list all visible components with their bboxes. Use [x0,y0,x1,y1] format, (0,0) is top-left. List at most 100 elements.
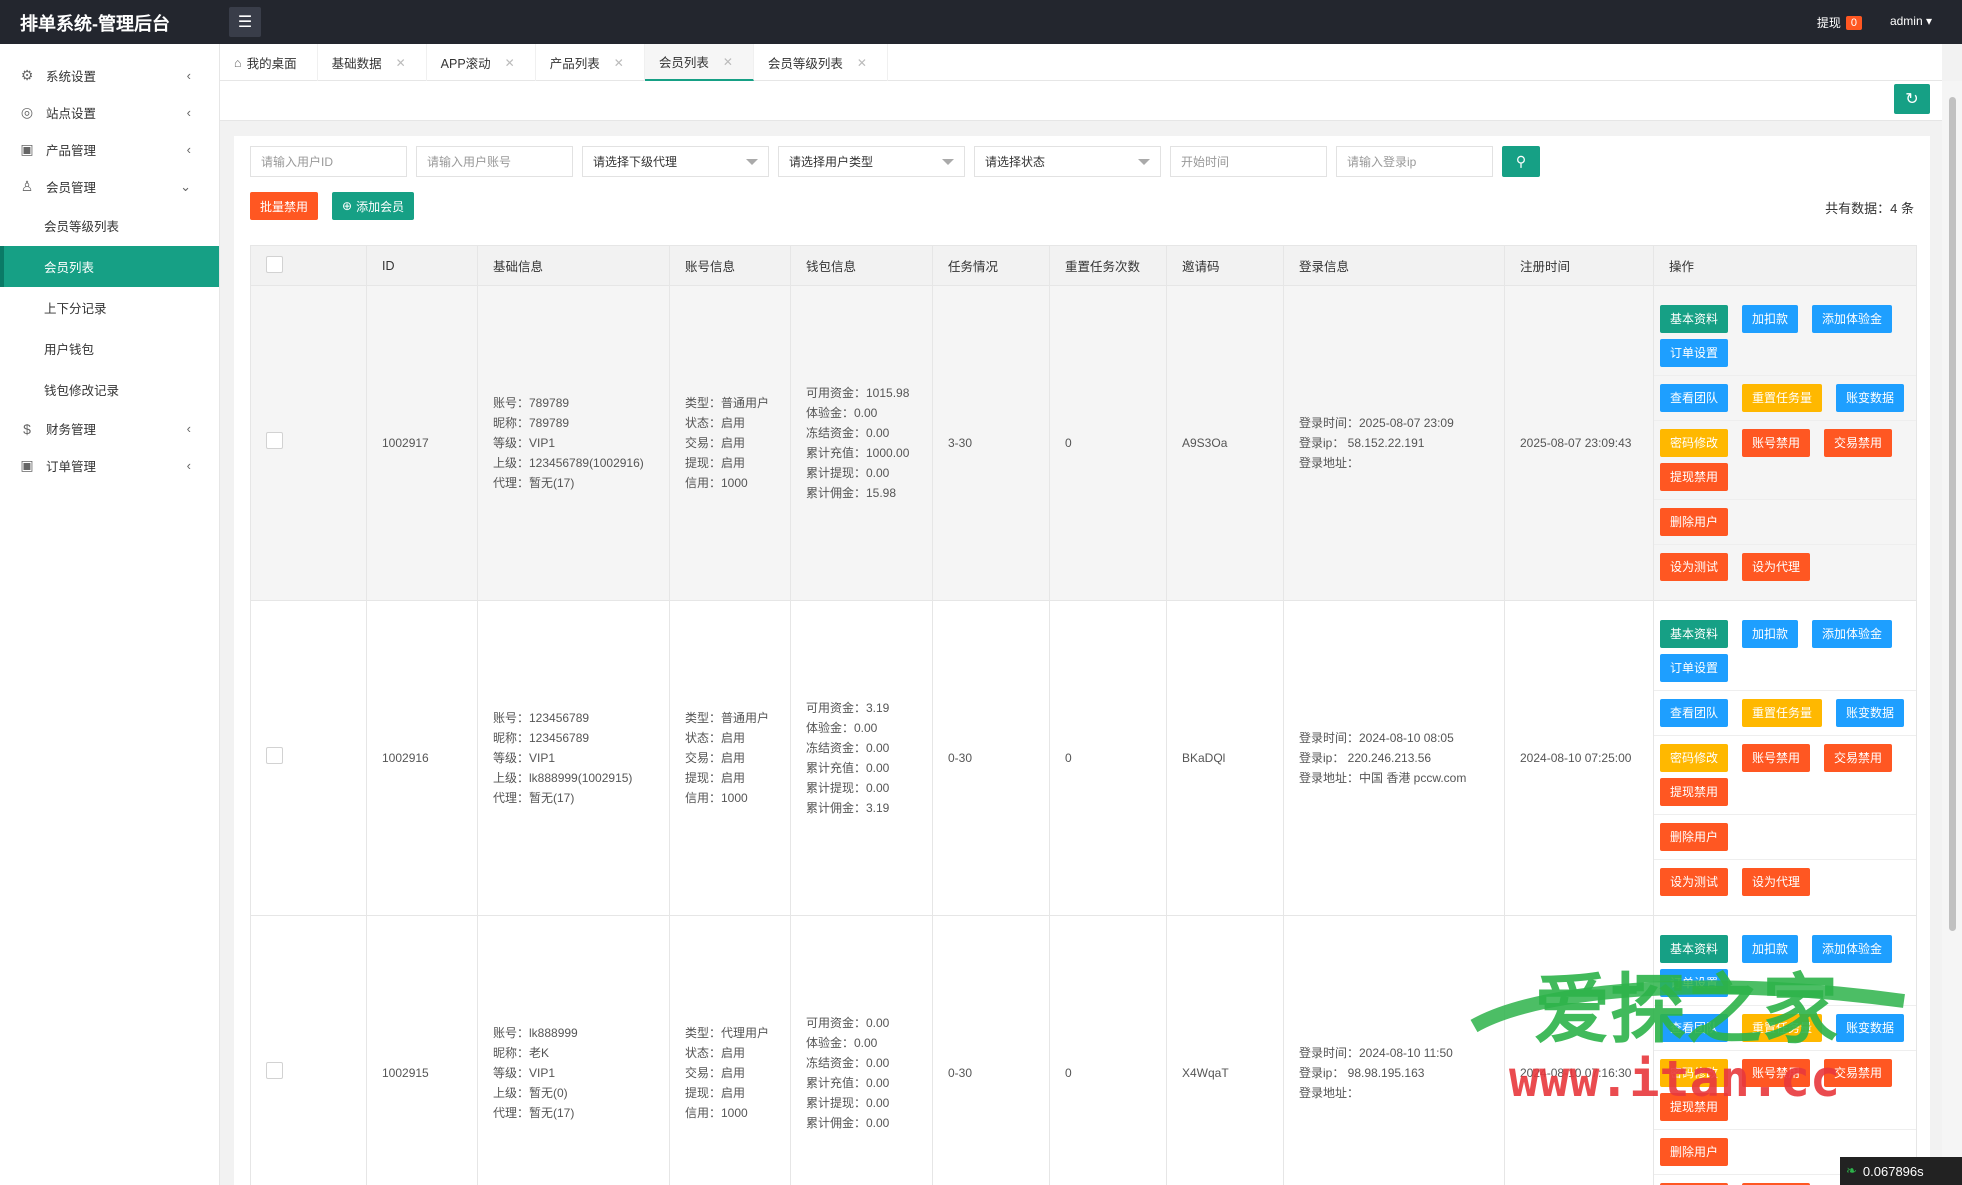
op-button-11[interactable]: 重置任务量 [1742,1014,1823,1042]
login-ip-input[interactable]: 请输入登录ip [1336,146,1493,177]
op-button-11[interactable]: 重置任务量 [1742,384,1823,412]
op-button-3[interactable]: 订单设置 [1660,339,1729,367]
wallet-info-line: 累计充值：0.00 [806,1076,890,1090]
sidebar-sub-user-wallet[interactable]: 用户钱包 [0,328,219,369]
sidebar-item-label: 站点设置 [46,107,97,121]
op-group: 密码修改 账号禁用 交易禁用提现禁用 [1654,1051,1916,1130]
tab-desktop[interactable]: ⌂ 我的桌面 [220,44,318,81]
withdraw-notice[interactable]: 提现 0 [1817,14,1862,31]
tab-app-scroll[interactable]: APP滚动 ✕ [427,44,536,81]
operations-cell: 基本资料 加扣款 添加体验金订单设置查看团队 重置任务量 账变数据密码修改 账号禁用 交易禁… [1653,600,1917,916]
tab-basic-data[interactable]: 基础数据 ✕ [318,44,427,81]
op-button-23[interactable]: 提现禁用 [1660,778,1729,806]
op-button-0[interactable]: 基本资料 [1660,935,1729,963]
op-button-22[interactable]: 交易禁用 [1824,1059,1893,1087]
op-button-10[interactable]: 查看团队 [1660,384,1729,412]
basic-info-line: 等级：VIP1 [493,751,556,765]
sidebar-item-product[interactable]: ▣ 产品管理 ‹ [0,131,219,168]
sidebar-sub-balance-log[interactable]: 上下分记录 [0,287,219,328]
op-button-40[interactable]: 设为测试 [1660,868,1729,896]
close-icon[interactable]: ✕ [857,56,867,70]
op-button-41[interactable]: 设为代理 [1742,553,1811,581]
op-button-22[interactable]: 交易禁用 [1824,429,1893,457]
start-time-input[interactable]: 开始时间 [1170,146,1327,177]
op-button-30[interactable]: 删除用户 [1660,823,1729,851]
op-button-21[interactable]: 账号禁用 [1742,744,1811,772]
op-group: 基本资料 加扣款 添加体验金订单设置 [1654,612,1916,691]
op-button-3[interactable]: 订单设置 [1660,969,1729,997]
select-all-checkbox[interactable] [266,255,283,273]
op-button-22[interactable]: 交易禁用 [1824,744,1893,772]
op-button-23[interactable]: 提现禁用 [1660,1093,1729,1121]
op-button-40[interactable]: 设为测试 [1660,553,1729,581]
op-button-2[interactable]: 添加体验金 [1812,305,1893,333]
login-info-line: 登录地址：中国 香港 pccw.com [1299,771,1467,785]
op-button-12[interactable]: 账变数据 [1836,384,1905,412]
op-button-3[interactable]: 订单设置 [1660,654,1729,682]
user-id-input[interactable]: 请输入用户ID [250,146,407,177]
sidebar-sub-member-list[interactable]: 会员列表 [0,246,219,287]
op-button-0[interactable]: 基本资料 [1660,305,1729,333]
op-button-2[interactable]: 添加体验金 [1812,620,1893,648]
menu-toggle-button[interactable]: ☰ [229,7,261,37]
op-button-23[interactable]: 提现禁用 [1660,463,1729,491]
status-select[interactable]: 请选择状态 [974,146,1161,177]
sidebar-item-member[interactable]: ♙ 会员管理 ⌄ [0,168,219,205]
sidebar-sub-wallet-log[interactable]: 钱包修改记录 [0,369,219,410]
op-button-1[interactable]: 加扣款 [1742,620,1799,648]
close-icon[interactable]: ✕ [614,56,624,70]
op-button-10[interactable]: 查看团队 [1660,1014,1729,1042]
scrollbar-thumb[interactable] [1949,97,1956,931]
user-menu[interactable]: admin ▾ [1890,14,1932,28]
user-type-select[interactable]: 请选择用户类型 [778,146,965,177]
basic-info-cell: 账号：123456789 昵称：123456789 等级：VIP1 上级：lk8889… [477,600,670,916]
row-checkbox[interactable] [266,1061,283,1079]
op-button-20[interactable]: 密码修改 [1660,744,1729,772]
invite-cell: BKaDQl [1166,600,1284,916]
search-button[interactable]: ⚲ [1502,146,1540,177]
login-info-line: 登录ip： 98.98.195.163 [1299,1066,1425,1080]
refresh-button[interactable]: ↻ [1894,84,1930,114]
tab-member-level-list[interactable]: 会员等级列表 ✕ [754,44,888,81]
op-group: 基本资料 加扣款 添加体验金订单设置 [1654,297,1916,376]
close-icon[interactable]: ✕ [396,56,406,70]
op-button-12[interactable]: 账变数据 [1836,1014,1905,1042]
op-button-21[interactable]: 账号禁用 [1742,429,1811,457]
agent-select[interactable]: 请选择下级代理 [582,146,769,177]
op-button-2[interactable]: 添加体验金 [1812,935,1893,963]
close-icon[interactable]: ✕ [505,56,515,70]
op-button-41[interactable]: 设为代理 [1742,868,1811,896]
sidebar-item-finance[interactable]: $ 财务管理 ‹ [0,410,219,447]
page-scrollbar[interactable] [1942,81,1962,1185]
refresh-icon: ↻ [1905,91,1919,108]
op-button-30[interactable]: 删除用户 [1660,508,1729,536]
sidebar-item-site[interactable]: ◎ 站点设置 ‹ [0,94,219,131]
op-button-12[interactable]: 账变数据 [1836,699,1905,727]
sidebar-item-system[interactable]: ⚙ 系统设置 ‹ [0,57,219,94]
op-button-11[interactable]: 重置任务量 [1742,699,1823,727]
user-account-input[interactable]: 请输入用户账号 [416,146,573,177]
row-checkbox[interactable] [266,431,283,449]
tab-member-list[interactable]: 会员列表 ✕ [644,44,754,81]
wallet-info-line: 可用资金：1015.98 [806,386,910,400]
op-button-20[interactable]: 密码修改 [1660,1059,1729,1087]
op-button-0[interactable]: 基本资料 [1660,620,1729,648]
sidebar-item-order[interactable]: ▣ 订单管理 ‹ [0,447,219,484]
sidebar-sub-member-level[interactable]: 会员等级列表 [0,205,219,246]
op-button-10[interactable]: 查看团队 [1660,699,1729,727]
close-icon[interactable]: ✕ [723,55,733,69]
op-group: 查看团队 重置任务量 账变数据 [1654,1006,1916,1051]
add-member-button[interactable]: ⊕ 添加会员 [332,192,415,220]
op-button-21[interactable]: 账号禁用 [1742,1059,1811,1087]
action-row: 批量禁用 ⊕ 添加会员 [250,192,415,220]
op-button-1[interactable]: 加扣款 [1742,305,1799,333]
op-button-1[interactable]: 加扣款 [1742,935,1799,963]
row-checkbox[interactable] [266,746,283,764]
login-info-line: 登录地址： [1299,1086,1360,1100]
op-button-20[interactable]: 密码修改 [1660,429,1729,457]
op-button-30[interactable]: 删除用户 [1660,1138,1729,1166]
batch-ban-button[interactable]: 批量禁用 [250,192,319,220]
basic-info-line: 上级：lk888999(1002915) [493,771,633,785]
wallet-info-line: 累计佣金：15.98 [806,486,897,500]
tab-product-list[interactable]: 产品列表 ✕ [536,44,645,81]
